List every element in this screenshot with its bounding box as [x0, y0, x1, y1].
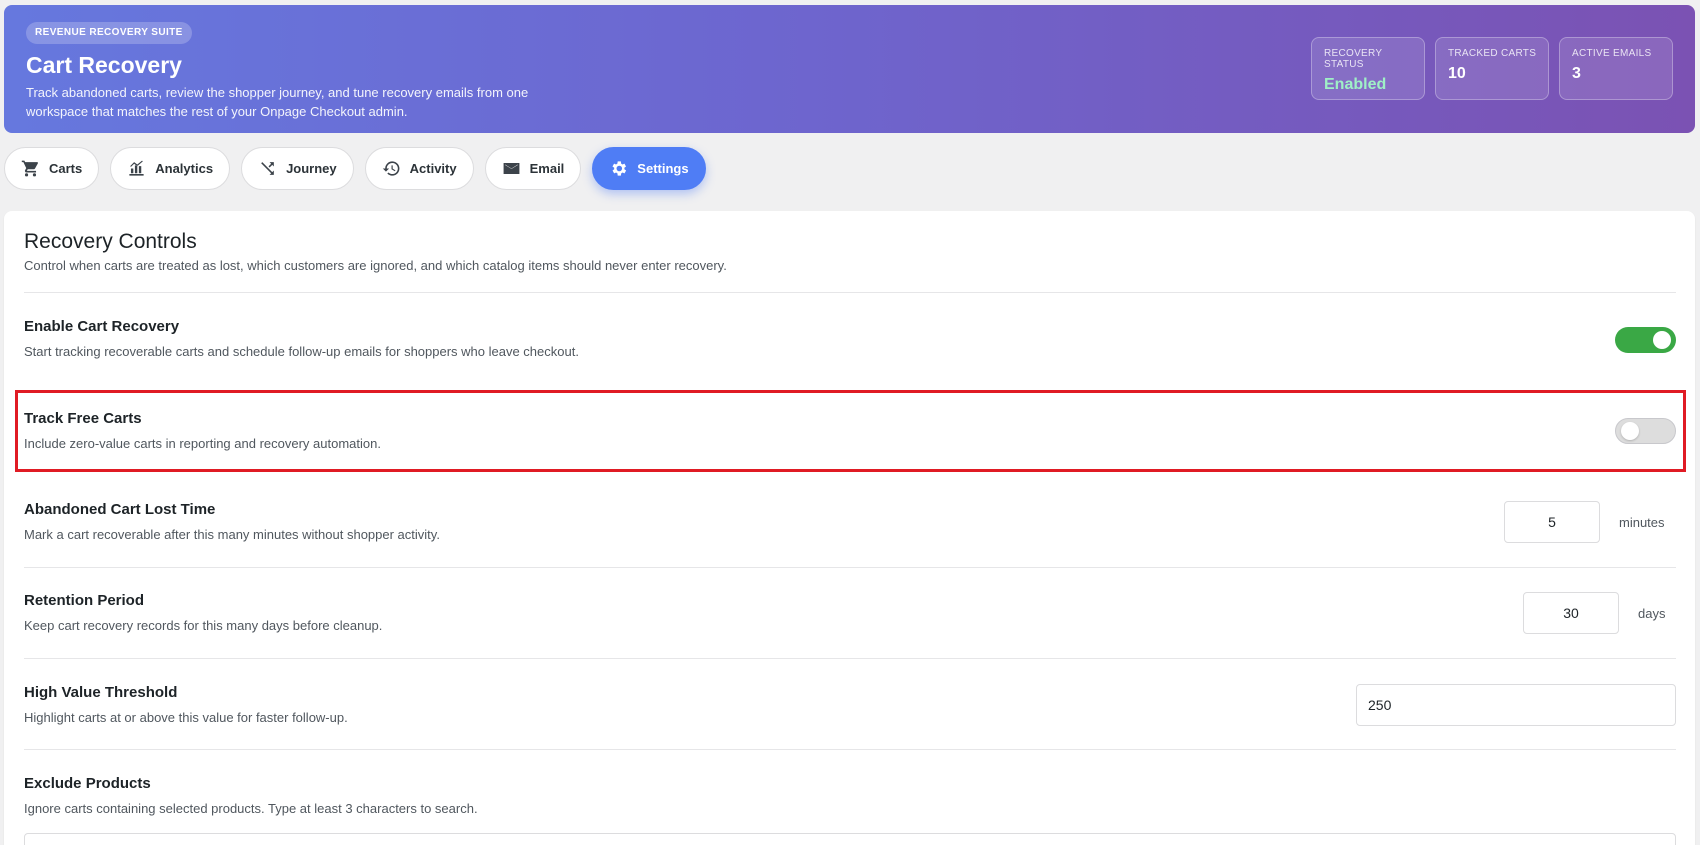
setting-title-high-value: High Value Threshold — [24, 684, 178, 701]
page-description: Track abandoned carts, review the shoppe… — [26, 85, 529, 119]
stat-recovery-status: RECOVERY STATUS Enabled — [1311, 37, 1425, 100]
suite-badge: REVENUE RECOVERY SUITE — [26, 22, 192, 44]
track-free-carts-toggle[interactable] — [1615, 418, 1676, 444]
panel-title: Recovery Controls — [24, 230, 197, 253]
setting-title-track-free: Track Free Carts — [24, 410, 142, 427]
settings-panel: Recovery Controls Control when carts are… — [4, 211, 1695, 845]
divider — [24, 292, 1676, 293]
retention-input[interactable] — [1523, 592, 1619, 634]
toggle-knob — [1653, 331, 1671, 349]
chart-icon — [129, 160, 144, 176]
tab-bar: Carts Analytics Journey Activity Email S… — [4, 147, 706, 190]
setting-desc-retention: Keep cart recovery records for this many… — [24, 618, 383, 633]
stat-value: Enabled — [1324, 76, 1387, 93]
panel-description: Control when carts are treated as lost, … — [24, 258, 727, 273]
tab-label: Activity — [409, 161, 457, 176]
setting-desc-track-free: Include zero-value carts in reporting an… — [24, 436, 381, 451]
high-value-threshold-input[interactable] — [1356, 684, 1676, 726]
tab-label: Analytics — [155, 161, 214, 176]
tab-journey[interactable]: Journey — [241, 147, 354, 190]
setting-title-retention: Retention Period — [24, 592, 145, 609]
tab-email[interactable]: Email — [484, 147, 582, 190]
setting-title-enable-recovery: Enable Cart Recovery — [24, 318, 180, 335]
divider — [24, 567, 1676, 568]
toggle-knob — [1621, 422, 1639, 440]
setting-desc-high-value: Highlight carts at or above this value f… — [24, 710, 348, 725]
tab-analytics[interactable]: Analytics — [110, 147, 231, 190]
stat-value: 3 — [1572, 65, 1581, 82]
divider — [24, 749, 1676, 750]
enable-recovery-toggle[interactable] — [1615, 327, 1676, 353]
page-title: Cart Recovery — [26, 52, 182, 78]
lost-time-input[interactable] — [1504, 501, 1600, 543]
stat-label: TRACKED CARTS — [1448, 48, 1537, 59]
setting-title-lost-time: Abandoned Cart Lost Time — [24, 501, 216, 518]
header-banner: REVENUE RECOVERY SUITE Cart Recovery Tra… — [4, 5, 1695, 133]
stat-label: RECOVERY STATUS — [1324, 48, 1383, 70]
tab-label: Carts — [49, 161, 83, 176]
tab-carts[interactable]: Carts — [4, 147, 100, 190]
history-icon — [382, 161, 400, 176]
retention-unit: days — [1638, 606, 1666, 621]
tab-activity[interactable]: Activity — [364, 147, 474, 190]
stat-value: 10 — [1448, 65, 1466, 82]
stat-tracked-carts: TRACKED CARTS 10 — [1435, 37, 1549, 100]
tab-label: Settings — [637, 161, 689, 176]
stat-label: ACTIVE EMAILS — [1572, 48, 1652, 59]
shuffle-icon — [261, 162, 274, 175]
setting-desc-enable-recovery: Start tracking recoverable carts and sch… — [24, 344, 579, 359]
tab-label: Journey — [286, 161, 337, 176]
exclude-products-search-input[interactable] — [24, 833, 1676, 845]
tab-settings[interactable]: Settings — [592, 147, 706, 190]
lost-time-unit: minutes — [1619, 515, 1665, 530]
setting-desc-lost-time: Mark a cart recoverable after this many … — [24, 527, 440, 542]
stats-group: RECOVERY STATUS Enabled TRACKED CARTS 10… — [1311, 37, 1673, 100]
cart-icon — [21, 160, 38, 177]
gear-icon — [612, 161, 627, 176]
tab-label: Email — [529, 161, 565, 176]
setting-desc-exclude-products: Ignore carts containing selected product… — [24, 801, 478, 816]
mail-icon — [503, 162, 520, 175]
divider — [24, 658, 1676, 659]
stat-active-emails: ACTIVE EMAILS 3 — [1559, 37, 1673, 100]
setting-title-exclude-products: Exclude Products — [24, 775, 151, 792]
highlight-box — [15, 390, 1686, 472]
